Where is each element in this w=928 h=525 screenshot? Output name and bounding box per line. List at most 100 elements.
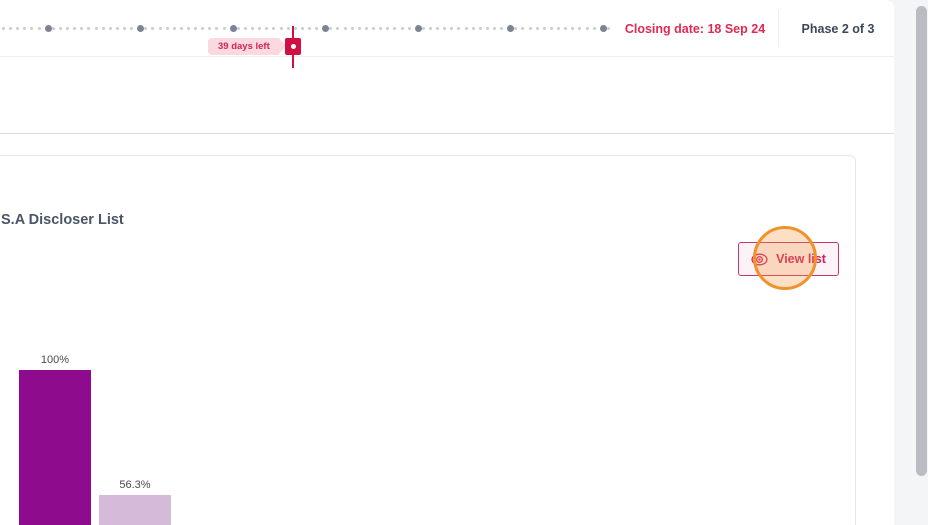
timeline-dot [372,27,376,30]
timeline-dot [87,27,91,30]
days-left-badge: 39 days left [208,38,286,55]
timeline-dot [194,27,198,30]
timeline-dot [37,27,41,30]
timeline-dot [549,27,553,30]
timeline-dot [485,27,489,30]
timeline-dot [457,27,461,30]
timeline-dot [94,27,98,30]
timeline-dot [80,27,84,30]
today-marker-dot [290,44,296,49]
timeline-dot [23,27,27,30]
timeline-dot [557,27,561,30]
timeline-track[interactable]: 39 days left [0,15,612,68]
timeline-dot [66,27,70,30]
timeline-dot [2,27,5,30]
timeline-dot [165,27,169,30]
vertical-scrollbar-thumb[interactable] [916,6,927,476]
phase-divider [778,10,779,47]
timeline-dots [0,15,612,43]
timeline-dot [592,27,596,30]
timeline-dot [108,27,112,30]
timeline-dot [243,27,247,30]
timeline-dot [279,27,283,30]
timeline-milestone-dot [507,25,515,32]
phase-cell: Phase 2 of 3 [782,8,894,49]
timeline-dot [300,27,304,30]
timeline-milestone-dot [322,25,330,32]
timeline-dot [428,27,432,30]
timeline-dot [478,27,482,30]
bar-rect[interactable] [19,370,91,525]
timeline-milestone-dot [599,25,607,32]
timeline-dot [208,27,212,30]
timeline-dot [386,27,390,30]
timeline-dot [16,27,20,30]
timeline-dot [187,27,191,30]
timeline-dot [528,27,532,30]
timeline-dot [500,27,504,30]
page-gutter [894,0,914,525]
timeline-dot [514,27,518,30]
timeline-dot [364,27,368,30]
timeline-dot [564,27,568,30]
timeline-dot [51,27,55,30]
timeline-dot [9,27,13,30]
timeline-dot [521,27,525,30]
timeline-dot [130,27,134,30]
phase-indicator-text: Phase 2 of 3 [801,21,875,36]
bar-value-label: 100% [40,354,70,366]
app-surface: 39 days left Closing date: 18 Sep 24 Pha… [0,0,894,525]
timeline-dot [443,27,447,30]
timeline-milestone-dot [44,25,52,32]
timeline-milestone-dot [229,25,237,32]
closing-date-cell: Closing date: 18 Sep 24 [614,8,776,49]
timeline-dot [58,27,62,30]
timeline-dot [101,27,105,30]
timeline-dot [450,27,454,30]
timeline-dot [73,27,77,30]
timeline-dot [258,27,262,30]
timeline-dot [578,27,582,30]
timeline-dot [144,27,148,30]
timeline-dot [329,27,333,30]
timeline-dot [272,27,276,30]
timeline-dot [201,27,205,30]
timeline-dot [407,27,411,30]
timeline-dot [542,27,546,30]
timeline-dot [215,27,219,30]
app-root: 39 days left Closing date: 18 Sep 24 Pha… [0,0,928,525]
project-timeline-bar: 39 days left Closing date: 18 Sep 24 Pha… [0,0,894,68]
timeline-dot [436,27,440,30]
timeline-dot [222,27,226,30]
timeline-dot [179,27,183,30]
timeline-milestone-dot [137,25,145,32]
bar-rect[interactable] [99,494,171,525]
timeline-dot [115,27,119,30]
timeline-dot [151,27,155,30]
timeline-dot [350,27,354,30]
timeline-dot [158,27,162,30]
today-marker[interactable] [285,26,301,68]
timeline-dot [172,27,176,30]
timeline-dot [122,27,126,30]
discloser-bar-chart: 100% 56.3% [0,156,855,525]
timeline-milestone-dot [414,25,422,32]
timeline-dot [379,27,383,30]
timeline-dot [357,27,361,30]
timeline-dot [30,27,34,30]
bar-value-label: 56.3% [119,478,151,491]
timeline-dot [265,27,269,30]
timeline-dot [251,27,255,30]
bar-group: 100% [19,348,91,525]
timeline-dot [315,27,319,30]
timeline-dot [535,27,539,30]
timeline-dot [308,27,311,30]
timeline-dot [464,27,468,30]
discloser-list-card: S.A Discloser List View list 100% 56.3% [0,155,856,525]
page-header-band [0,57,894,134]
timeline-dot [493,27,497,30]
timeline-dot [471,27,475,30]
timeline-dot [343,27,347,30]
timeline-dot [606,27,610,30]
vertical-scrollbar-track[interactable] [914,0,928,525]
